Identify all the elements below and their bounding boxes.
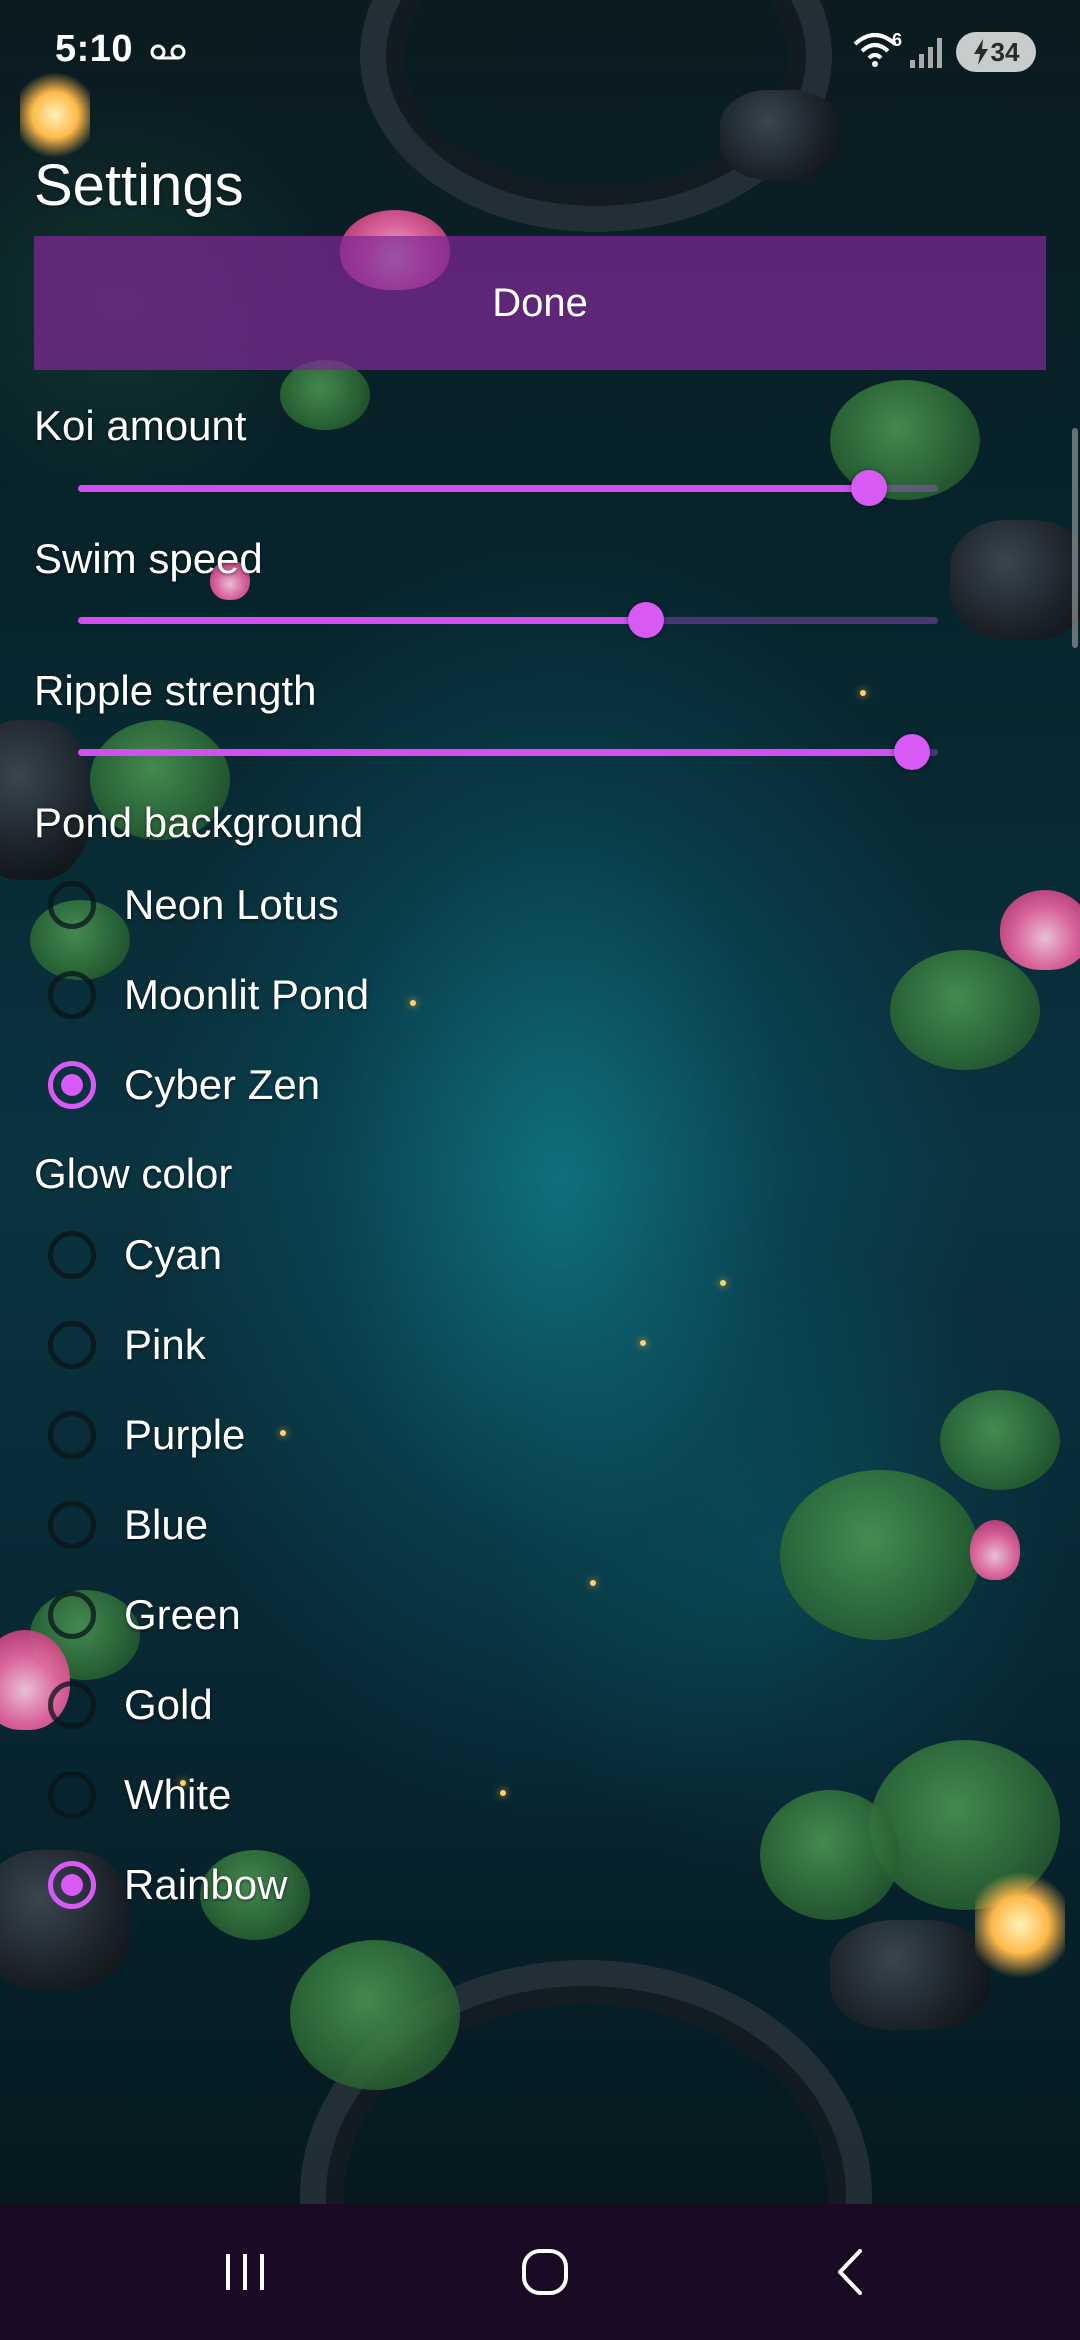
battery-level: 34: [990, 36, 1020, 67]
glow-color-option-white[interactable]: White: [48, 1760, 648, 1830]
lotus-flower: [970, 1520, 1020, 1580]
ripple-strength-slider[interactable]: [78, 732, 938, 772]
done-button[interactable]: Done: [34, 236, 1046, 370]
lantern: [975, 1870, 1065, 1980]
recents-icon: [226, 2254, 264, 2290]
lily-pad: [940, 1390, 1060, 1490]
lily-pad: [890, 950, 1040, 1070]
status-time: 5:10: [55, 28, 134, 70]
slider-fill: [78, 749, 913, 756]
radio-button[interactable]: [48, 1321, 96, 1369]
battery-charging-icon: [973, 39, 988, 65]
home-icon: [522, 2249, 568, 2295]
radio-label: Cyan: [124, 1231, 223, 1278]
home-button[interactable]: [505, 2232, 585, 2312]
radio-label: Rainbow: [124, 1861, 288, 1908]
stone: [830, 1920, 990, 2030]
radio-button[interactable]: [48, 1061, 96, 1109]
swim-speed-slider[interactable]: [78, 600, 938, 640]
glow-color-option-green[interactable]: Green: [48, 1580, 648, 1650]
radio-label: Moonlit Pond: [124, 971, 370, 1018]
glow-color-option-pink[interactable]: Pink: [48, 1310, 648, 1380]
swim-speed-label: Swim speed: [34, 535, 263, 582]
glow-color-option-blue[interactable]: Blue: [48, 1490, 648, 1560]
signal-icon: [910, 38, 942, 68]
radio-button[interactable]: [48, 1771, 96, 1819]
slider-thumb[interactable]: [627, 602, 664, 638]
battery-indicator: 34: [956, 32, 1036, 72]
radio-label: Blue: [124, 1501, 209, 1548]
lily-pad: [780, 1470, 980, 1640]
pond-background-option-moonlit-pond[interactable]: Moonlit Pond: [48, 960, 648, 1030]
wifi-icon: [853, 33, 897, 67]
radio-label: Pink: [124, 1321, 206, 1368]
radio-label: Purple: [124, 1411, 246, 1458]
glow-color-option-rainbow[interactable]: Rainbow: [48, 1850, 648, 1920]
slider-fill: [78, 485, 870, 492]
radio-button[interactable]: [48, 1861, 96, 1909]
radio-button[interactable]: [48, 1231, 96, 1279]
koi-amount-label: Koi amount: [34, 402, 247, 449]
lily-pad: [280, 360, 370, 430]
lily-pad: [290, 1940, 460, 2090]
pond-background-option-neon-lotus[interactable]: Neon Lotus: [48, 870, 648, 940]
radio-label: Neon Lotus: [124, 881, 339, 928]
koi-amount-slider[interactable]: [78, 468, 938, 508]
lotus-flower: [1000, 890, 1080, 970]
glow-color-option-purple[interactable]: Purple: [48, 1400, 648, 1470]
radio-button[interactable]: [48, 1681, 96, 1729]
lily-pad: [760, 1790, 900, 1920]
radio-button[interactable]: [48, 881, 96, 929]
radio-label: Cyber Zen: [124, 1061, 321, 1108]
wifi-standard-label: 6: [892, 30, 903, 50]
radio-label: White: [124, 1771, 232, 1818]
radio-label: Green: [124, 1591, 241, 1638]
firefly: [860, 690, 866, 696]
slider-fill: [78, 617, 646, 624]
status-bar: 5:10 6 34: [0, 0, 1080, 100]
navigation-bar: [0, 2204, 1080, 2340]
radio-button[interactable]: [48, 1591, 96, 1639]
page-title: Settings: [34, 153, 244, 218]
pond-background-option-cyber-zen[interactable]: Cyber Zen: [48, 1050, 648, 1120]
radio-label: Gold: [124, 1681, 213, 1728]
voicemail-icon: [150, 44, 186, 60]
firefly: [720, 1280, 726, 1286]
back-button[interactable]: [810, 2232, 890, 2312]
radio-button[interactable]: [48, 1501, 96, 1549]
back-icon: [838, 2249, 862, 2295]
radio-button[interactable]: [48, 971, 96, 1019]
glow-color-label: Glow color: [34, 1150, 233, 1197]
stone: [720, 90, 840, 180]
radio-button[interactable]: [48, 1411, 96, 1459]
glow-color-option-cyan[interactable]: Cyan: [48, 1220, 648, 1290]
recents-button[interactable]: [205, 2232, 285, 2312]
ripple-strength-label: Ripple strength: [34, 667, 317, 714]
stone: [950, 520, 1080, 640]
slider-thumb[interactable]: [894, 734, 931, 770]
slider-thumb[interactable]: [851, 470, 888, 506]
scrollbar[interactable]: [1072, 428, 1078, 648]
glow-color-option-gold[interactable]: Gold: [48, 1670, 648, 1740]
pond-background-label: Pond background: [34, 799, 364, 846]
